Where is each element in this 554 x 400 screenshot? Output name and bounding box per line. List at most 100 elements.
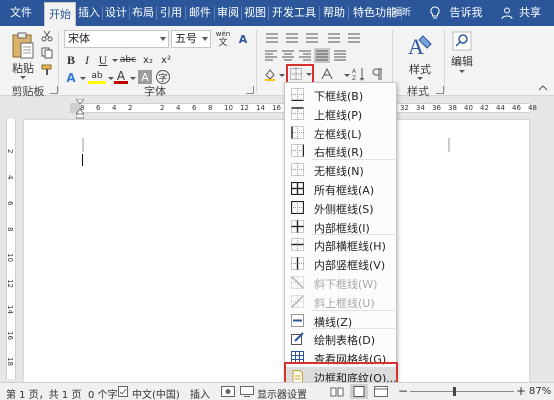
borders-button[interactable] — [286, 64, 314, 84]
borders-menu-item-label: 内部框线(I) — [314, 221, 370, 235]
borders-grid-icon — [290, 68, 302, 80]
clear-format-button[interactable]: A — [234, 30, 252, 48]
strikethrough-button[interactable]: abc — [118, 52, 138, 68]
horizontal-ruler: 8642246810121416182022242628303234363840… — [0, 97, 554, 119]
font-name-combo[interactable]: 宋体 — [64, 30, 169, 48]
ruler-number: 42 — [480, 104, 489, 112]
borders-menu-item[interactable]: 右框线(R) — [285, 141, 396, 160]
share-button[interactable]: 共享 — [515, 0, 545, 26]
styles-gallery-icon[interactable]: A — [407, 32, 433, 60]
paste-button[interactable] — [8, 30, 38, 62]
vertical-ruler-number: 12 — [6, 279, 14, 288]
vertical-ruler-number: 14 — [6, 305, 14, 314]
subscript-button[interactable]: x₂ — [140, 52, 156, 68]
tab-help[interactable]: 帮助 — [320, 0, 348, 26]
macro-record-icon[interactable] — [221, 386, 235, 397]
borders-menu-item[interactable]: 横线(Z) — [285, 311, 396, 330]
tab-foxit-pdf[interactable]: 福昕PDF — [393, 0, 426, 44]
underline-button[interactable]: U — [96, 52, 110, 68]
borders-shading-highlight-box — [284, 362, 398, 384]
border-inside-horizontal-icon — [291, 238, 304, 252]
enclose-characters-button[interactable]: 字 — [156, 70, 170, 84]
borders-menu-item-label: 斜下框线(W) — [314, 278, 378, 291]
find-magnifier-icon[interactable] — [452, 31, 472, 51]
paste-label[interactable]: 粘贴 — [8, 61, 38, 75]
copy-icon[interactable] — [41, 47, 53, 59]
tell-me-search[interactable]: 告诉我 — [446, 0, 486, 26]
editing-button-label[interactable]: 编辑 — [446, 54, 478, 68]
borders-menu-item-label: 所有框线(A) — [314, 184, 375, 197]
lightbulb-icon[interactable] — [430, 6, 440, 20]
word-count-status[interactable]: 0 个字 — [88, 386, 118, 400]
language-status[interactable]: 中文(中国) — [132, 386, 180, 400]
character-shading-button[interactable]: A — [138, 70, 152, 84]
tab-file[interactable]: 文件 — [4, 0, 38, 26]
print-layout-icon[interactable] — [352, 386, 366, 397]
vertical-ruler-number: 4 — [6, 175, 14, 180]
borders-menu-item[interactable]: 内部横框线(H) — [285, 235, 396, 254]
borders-menu-item[interactable]: 所有框线(A) — [285, 179, 396, 198]
tab-insert[interactable]: 插入 — [76, 0, 102, 26]
zoom-out-button[interactable]: − — [398, 384, 408, 398]
format-painter-icon[interactable] — [41, 64, 53, 76]
border-bottom-icon — [291, 88, 304, 101]
borders-menu-item[interactable]: 绘制表格(D) — [285, 329, 396, 348]
insert-mode-status[interactable]: 插入 — [190, 386, 210, 400]
superscript-button[interactable]: x² — [158, 52, 174, 68]
tab-view[interactable]: 视图 — [242, 0, 268, 26]
person-share-icon — [501, 7, 513, 19]
display-settings-status[interactable]: 显示器设置 — [257, 386, 307, 400]
phonetic-guide-button[interactable]: wén 文 — [213, 29, 233, 49]
borders-menu-item[interactable]: 下框线(B) — [285, 85, 396, 104]
borders-menu-item: 斜下框线(W) — [285, 273, 396, 292]
display-settings-icon[interactable] — [240, 386, 254, 397]
collapse-ribbon-icon[interactable] — [538, 84, 548, 92]
tab-references[interactable]: 引用 — [157, 0, 185, 26]
web-layout-icon[interactable] — [374, 386, 388, 397]
font-size-value: 五号 — [175, 32, 197, 45]
zoom-level[interactable]: 87% — [529, 386, 551, 397]
vertical-ruler-number: 16 — [6, 331, 14, 340]
borders-menu-item[interactable]: 无框线(N) — [285, 160, 396, 179]
borders-menu-item[interactable]: 上框线(P) — [285, 104, 396, 123]
cut-scissors-icon[interactable] — [41, 30, 53, 42]
read-mode-icon[interactable] — [330, 386, 344, 397]
tab-review[interactable]: 审阅 — [215, 0, 241, 26]
chinese-layout-icon[interactable] — [320, 67, 342, 81]
tab-home[interactable]: 开始 — [44, 2, 76, 26]
show-hide-marks-icon[interactable] — [370, 67, 384, 81]
tab-layout[interactable]: 布局 — [130, 0, 156, 26]
page-count-status[interactable]: 第 1 页，共 1 页 — [6, 386, 81, 400]
borders-menu-item-label: 内部竖框线(V) — [314, 259, 386, 273]
text-cursor — [82, 154, 83, 166]
clipboard-launcher[interactable] — [50, 86, 58, 94]
styles-launcher[interactable] — [436, 86, 444, 94]
border-inside-vertical-icon — [291, 257, 304, 271]
list-buttons-row[interactable] — [262, 31, 382, 47]
document-page[interactable] — [24, 120, 529, 382]
bold-button[interactable]: B — [64, 52, 78, 68]
zoom-in-button[interactable]: + — [516, 384, 526, 398]
borders-menu-item[interactable]: 内部框线(I) — [285, 217, 396, 236]
zoom-slider-track[interactable] — [410, 391, 514, 392]
borders-menu-item[interactable]: 内部竖框线(V) — [285, 254, 396, 273]
alignment-buttons-row[interactable] — [262, 48, 357, 64]
borders-menu-item[interactable]: 左框线(L) — [285, 123, 396, 142]
italic-button[interactable]: I — [80, 52, 94, 68]
paragraph-shading-icon[interactable] — [263, 67, 277, 81]
phonetic-glyph: 文 — [218, 38, 228, 48]
ruler-number: 34 — [416, 104, 425, 112]
borders-menu-item[interactable]: 外侧框线(S) — [285, 198, 396, 217]
tab-design[interactable]: 设计 — [103, 0, 129, 26]
margin-corner-top-left — [82, 138, 84, 152]
zoom-slider-thumb[interactable] — [453, 387, 457, 396]
styles-button-label[interactable]: 样式 — [402, 62, 438, 76]
font-launcher[interactable] — [246, 86, 254, 94]
proofing-icon[interactable] — [118, 386, 128, 397]
clear-format-glyph: A — [238, 32, 248, 46]
sort-icon[interactable]: AZ — [352, 67, 366, 81]
draw-table-icon — [291, 332, 304, 346]
tab-developer[interactable]: 开发工具 — [269, 0, 319, 26]
font-size-combo[interactable]: 五号 — [171, 30, 211, 48]
tab-mailings[interactable]: 邮件 — [186, 0, 214, 26]
